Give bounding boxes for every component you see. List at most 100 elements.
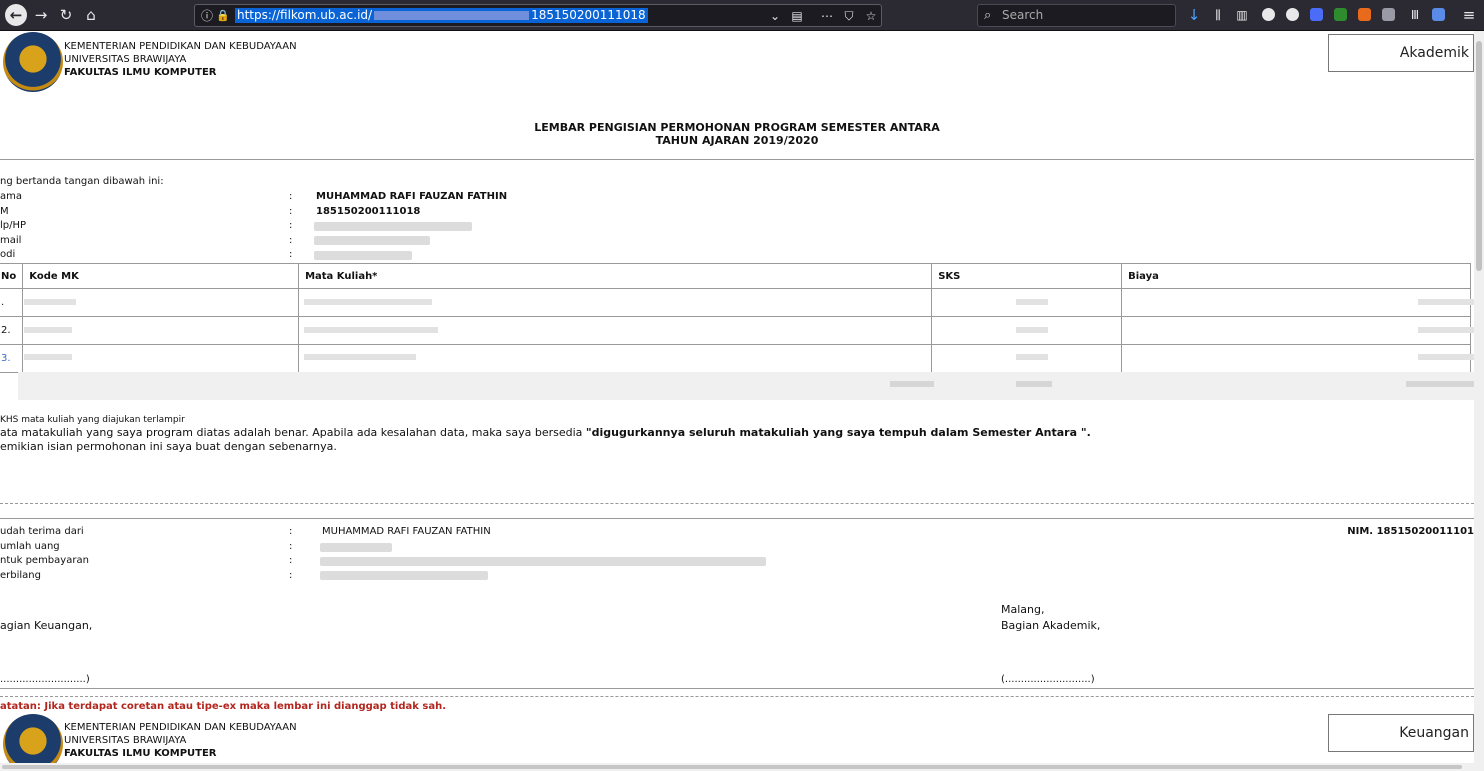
sign-city: Malang, <box>1001 603 1045 616</box>
account-icon[interactable] <box>1262 8 1275 21</box>
table-row: . <box>0 288 1471 317</box>
row-number: . <box>0 288 24 317</box>
search-icon: ⌕ <box>984 8 992 23</box>
field-separator: : <box>289 555 293 566</box>
redacted-spelled <box>320 571 488 580</box>
reader-view-icon[interactable]: ▤ <box>787 6 807 26</box>
redacted-cell <box>24 354 72 360</box>
forward-button[interactable]: → <box>31 5 51 25</box>
menu-icon[interactable]: ≡ <box>1459 5 1479 25</box>
sign-keuangan: agian Keuangan, <box>0 619 93 632</box>
browser-toolbar: ← → ↻ ⌂ ⓘ 🔒 https://filkom.ub.ac.id/1851… <box>0 0 1484 31</box>
extension-icon[interactable] <box>1286 8 1299 21</box>
scroll-thumb[interactable] <box>2 765 1462 769</box>
redacted-phone <box>314 222 472 231</box>
redacted-cell <box>24 327 72 333</box>
receipt-label: ntuk pembayaran <box>0 555 89 566</box>
horizontal-scrollbar[interactable] <box>0 763 1474 771</box>
field-separator: : <box>289 220 293 231</box>
university-name: UNIVERSITAS BRAWIJAYA <box>64 735 187 746</box>
divider <box>0 518 1474 519</box>
url-text[interactable]: https://filkom.ub.ac.id/185150200111018 <box>235 8 648 23</box>
extension-icon[interactable] <box>1382 8 1395 21</box>
search-input[interactable]: ⌕ Search <box>977 4 1176 27</box>
dashed-divider <box>0 503 1474 504</box>
home-button[interactable]: ⌂ <box>81 5 101 25</box>
field-label: mail <box>0 235 22 246</box>
university-logo <box>3 32 63 92</box>
url-bar[interactable]: ⓘ 🔒 https://filkom.ub.ac.id/185150200111… <box>194 4 882 27</box>
redacted-cell <box>890 381 934 387</box>
receipt-nim: NIM. 18515020011101 <box>1347 526 1474 537</box>
redacted-cell <box>1406 381 1474 387</box>
student-name: MUHAMMAD RAFI FAUZAN FATHIN <box>316 191 508 202</box>
redacted-cell <box>304 354 416 360</box>
form-year: TAHUN AJARAN 2019/2020 <box>655 134 819 147</box>
field-separator: : <box>289 570 293 581</box>
lock-icon[interactable]: 🔒 <box>213 6 233 26</box>
column-header: Mata Kuliah* <box>298 263 933 289</box>
extension-icon[interactable] <box>1432 8 1445 21</box>
form-title: LEMBAR PENGISIAN PERMOHONAN PROGRAM SEME… <box>534 121 940 134</box>
extension-icon[interactable] <box>1334 8 1347 21</box>
column-header: No <box>0 263 24 289</box>
field-label: M <box>0 206 9 217</box>
faculty-name: FAKULTAS ILMU KOMPUTER <box>64 748 217 759</box>
field-separator: : <box>289 541 293 552</box>
student-nim: 185150200111018 <box>316 206 421 217</box>
signature-blank: ...........................) <box>0 674 90 685</box>
redacted-purpose <box>320 557 766 566</box>
ministry-name: KEMENTERIAN PENDIDIKAN DAN KEBUDAYAAN <box>64 722 297 733</box>
redacted-cell <box>1016 354 1048 360</box>
course-table: No Kode MK Mata Kuliah* SKS Biaya . 2. 3… <box>0 263 1471 373</box>
signature-blank: (...........................) <box>1001 674 1095 685</box>
field-separator: : <box>289 526 293 537</box>
faculty-name: FAKULTAS ILMU KOMPUTER <box>64 67 217 78</box>
redacted-cell <box>1016 327 1048 333</box>
redacted-cell <box>1418 354 1474 360</box>
university-name: UNIVERSITAS BRAWIJAYA <box>64 54 187 65</box>
field-separator: : <box>289 235 293 246</box>
extension-icon[interactable] <box>1358 8 1371 21</box>
vertical-scrollbar[interactable] <box>1474 31 1484 771</box>
table-row: 2. <box>0 316 1471 345</box>
redacted-prodi <box>314 251 412 260</box>
statement-text: ata matakuliah yang saya program diatas … <box>0 426 1091 439</box>
pocket-icon[interactable]: ⛉ <box>839 6 859 26</box>
field-label: odi <box>0 249 16 260</box>
receipt-label: umlah uang <box>0 541 60 552</box>
field-label: lp/HP <box>0 220 27 231</box>
redacted-cell <box>304 327 438 333</box>
reload-button[interactable]: ↻ <box>56 5 76 25</box>
more-icon[interactable]: ⋯ <box>817 6 837 26</box>
field-label: ama <box>0 191 22 202</box>
copy-label-keuangan: Keuangan <box>1328 714 1474 752</box>
ministry-name: KEMENTERIAN PENDIDIKAN DAN KEBUDAYAAN <box>64 41 297 52</box>
redacted-cell <box>24 299 76 305</box>
sidebar-icon[interactable]: ▥ <box>1232 5 1252 25</box>
redacted-email <box>314 236 430 245</box>
receipt-label: erbilang <box>0 570 41 581</box>
download-icon[interactable]: ↓ <box>1184 5 1204 25</box>
divider <box>0 688 1474 689</box>
extension-icon[interactable] <box>1310 8 1323 21</box>
dashed-divider <box>0 696 1474 697</box>
chevron-down-icon[interactable]: ⌄ <box>765 6 785 26</box>
row-number: 3. <box>0 344 24 373</box>
scroll-thumb[interactable] <box>1476 41 1482 271</box>
redacted-amount <box>320 543 392 552</box>
warning-note: atatan: Jika terdapat coretan atau tipe-… <box>0 701 447 712</box>
field-separator: : <box>289 206 293 217</box>
receipt-label: udah terima dari <box>0 526 84 537</box>
column-header: Kode MK <box>22 263 300 289</box>
back-button[interactable]: ← <box>5 4 27 26</box>
redacted-cell <box>1418 299 1474 305</box>
intro-text: ng bertanda tangan dibawah ini: <box>0 176 164 187</box>
column-header: SKS <box>931 263 1123 289</box>
library-icon[interactable]: ⫼ <box>1208 5 1228 25</box>
table-row: 3. <box>0 344 1471 373</box>
payer-name: MUHAMMAD RAFI FAUZAN FATHIN <box>322 526 491 537</box>
divider <box>0 159 1474 160</box>
bookmark-star-icon[interactable]: ☆ <box>861 6 881 26</box>
extension-icon[interactable]: Ⅲ <box>1405 5 1425 25</box>
